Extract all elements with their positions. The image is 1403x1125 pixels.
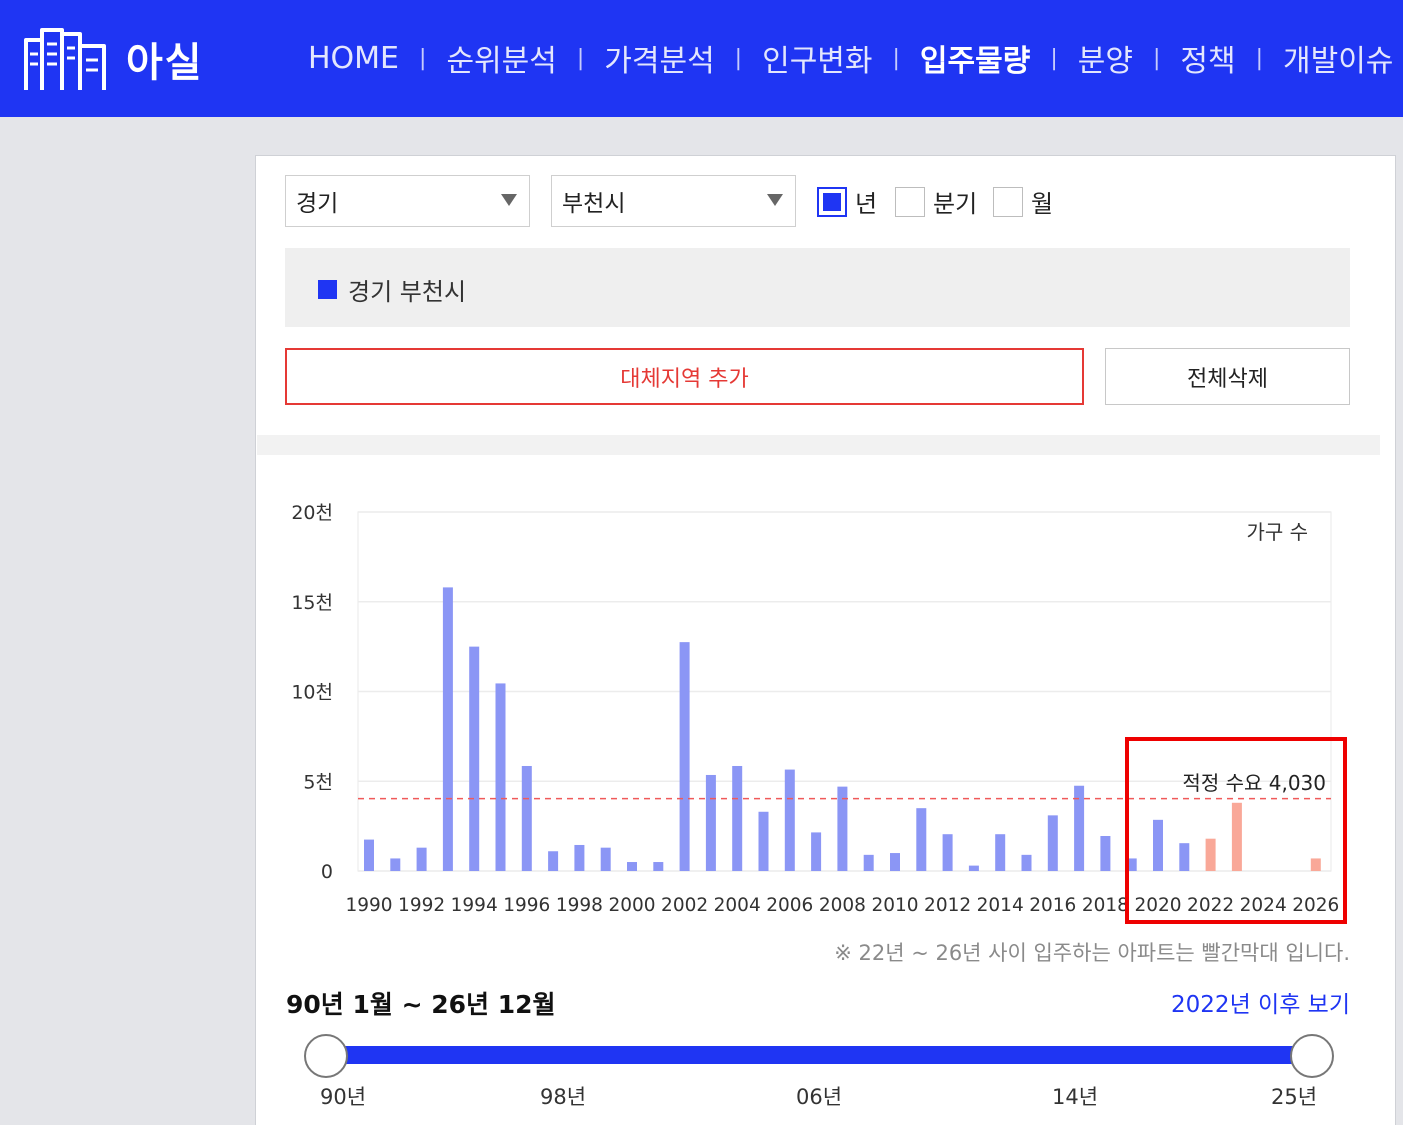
- slider-tick-label: 98년: [540, 1085, 587, 1109]
- bar-1999[interactable]: [600, 847, 611, 871]
- bar-2001[interactable]: [653, 862, 664, 871]
- bar-2013[interactable]: [968, 865, 979, 871]
- bar-2004[interactable]: [732, 765, 743, 871]
- bar-1993[interactable]: [442, 587, 453, 871]
- bar-2007[interactable]: [811, 832, 822, 871]
- bar-2016[interactable]: [1047, 815, 1058, 871]
- bar-2011[interactable]: [916, 808, 927, 871]
- x-tick-label: 2004: [714, 895, 761, 916]
- x-tick-label: 1992: [398, 895, 445, 916]
- slider-tick-label: 90년: [320, 1085, 367, 1109]
- x-tick-label: 2008: [819, 895, 866, 916]
- bar-2002[interactable]: [679, 642, 690, 871]
- bar-2014[interactable]: [995, 834, 1006, 871]
- x-tick-label: 1990: [345, 895, 392, 916]
- range-slider-end-handle[interactable]: [1290, 1034, 1334, 1078]
- bar-1994[interactable]: [469, 646, 480, 871]
- bar-1991[interactable]: [390, 858, 401, 871]
- bar-2012[interactable]: [942, 834, 953, 871]
- bar-1992[interactable]: [416, 847, 427, 871]
- y-tick-label: 15천: [291, 592, 333, 614]
- bar-1997[interactable]: [548, 851, 559, 871]
- x-tick-label: 1998: [556, 895, 603, 916]
- y-tick-label: 5천: [303, 771, 333, 793]
- bar-1990[interactable]: [364, 839, 374, 871]
- range-label: 90년 1월 ~ 26년 12월: [286, 990, 556, 1019]
- bar-1995[interactable]: [495, 683, 506, 871]
- slider-tick-label: 25년: [1271, 1085, 1318, 1109]
- x-tick-label: 2006: [766, 895, 813, 916]
- bar-1996[interactable]: [521, 765, 532, 871]
- bar-2000[interactable]: [627, 862, 637, 871]
- after-2022-link[interactable]: 2022년 이후 보기: [1171, 985, 1350, 1019]
- slider-tick-label: 14년: [1052, 1085, 1099, 1109]
- range-slider-track[interactable]: [325, 1046, 1312, 1064]
- x-tick-label: 2000: [608, 895, 655, 916]
- y-tick-label: 20천: [291, 502, 333, 524]
- x-tick-label: 2014: [977, 895, 1024, 916]
- x-tick-label: 1996: [503, 895, 550, 916]
- y-tick-label: 10천: [291, 682, 333, 704]
- chart-note: ※ 22년 ~ 26년 사이 입주하는 아파트는 빨간막대 입니다.: [834, 941, 1350, 965]
- bar-2010[interactable]: [890, 853, 900, 871]
- bar-2015[interactable]: [1021, 854, 1032, 871]
- bar-2009[interactable]: [863, 854, 874, 871]
- x-tick-label: 2002: [661, 895, 708, 916]
- y-tick-label: 0: [321, 861, 333, 883]
- x-tick-label: 2012: [924, 895, 971, 916]
- bar-2003[interactable]: [705, 774, 716, 871]
- x-tick-label: 2018: [1082, 895, 1129, 916]
- bar-2018[interactable]: [1100, 835, 1111, 871]
- bar-1998[interactable]: [574, 844, 585, 871]
- x-tick-label: 2010: [871, 895, 918, 916]
- range-slider-start-handle[interactable]: [304, 1034, 348, 1078]
- x-tick-label: 2016: [1029, 895, 1076, 916]
- bar-2006[interactable]: [784, 769, 795, 871]
- slider-tick-label: 06년: [796, 1085, 843, 1109]
- highlight-box: [1125, 737, 1347, 924]
- x-tick-label: 1994: [451, 895, 498, 916]
- bar-2005[interactable]: [758, 811, 769, 871]
- unit-label: 가구 수: [1246, 520, 1308, 544]
